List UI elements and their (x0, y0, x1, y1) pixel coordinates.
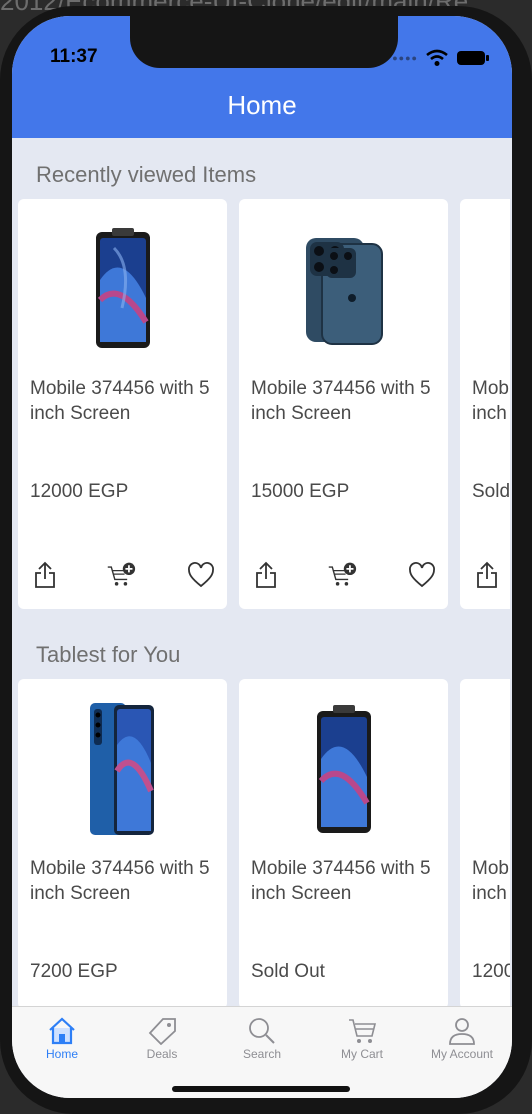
section-title-tablets: Tablest for You (36, 642, 181, 667)
cart-icon (349, 1019, 377, 1043)
share-icon (35, 561, 55, 588)
product-price: 7200 EGP (30, 961, 118, 982)
person-icon (449, 1018, 475, 1045)
product-title: Mobile 374456 with 5 inch Screen (30, 378, 210, 424)
product-title: Mobile 374456 with 5 inch Screen (251, 858, 431, 904)
tag-icon (148, 1018, 176, 1045)
home-indicator (172, 1086, 350, 1092)
wifi-icon (426, 49, 448, 66)
iphone-pacific-blue-image (239, 223, 448, 357)
tab-deals[interactable]: Deals (112, 1017, 212, 1073)
product-actions (239, 559, 448, 591)
home-icon (49, 1017, 75, 1045)
product-card[interactable]: Mobile 374456 with 5 inch Screen Sold Ou… (239, 679, 448, 1009)
phone-image (460, 703, 510, 837)
tab-label: Deals (146, 1047, 178, 1061)
product-title: Mobile 374456 with 5 inch Screen (472, 378, 510, 424)
favorite-button[interactable] (407, 559, 437, 591)
signal-icon: ●●●● (392, 52, 418, 63)
product-title: Mobile 374456 with 5 inch Screen (472, 858, 510, 904)
product-title: Mobile 374456 with 5 inch Screen (30, 858, 210, 904)
tab-label: My Cart (341, 1047, 383, 1061)
share-button[interactable] (30, 559, 60, 591)
tab-label: My Account (430, 1047, 494, 1061)
add-to-cart-button[interactable] (106, 559, 136, 591)
add-to-cart-button[interactable] (327, 559, 357, 591)
product-card[interactable]: Mobile 374456 with 5 inch Screen 12000 E… (18, 199, 227, 609)
product-price: 12000 EGP (30, 481, 129, 502)
product-card[interactable]: Mobile 374456 with 5 inch Screen 12000 E… (460, 679, 510, 1009)
product-title: Mobile 374456 with 5 inch Screen (251, 378, 431, 424)
tab-bar: Home Deals Search My Cart My Account (12, 1006, 512, 1098)
favorite-button[interactable] (186, 559, 216, 591)
battery-icon (457, 51, 489, 65)
product-actions (460, 559, 510, 591)
phone-front-back-image (18, 703, 227, 837)
product-price: 15000 EGP (251, 481, 350, 502)
share-button[interactable] (251, 559, 281, 591)
heart-icon (188, 562, 214, 588)
product-actions (18, 559, 227, 591)
status-time: 11:37 (50, 46, 98, 67)
device-notch (130, 16, 398, 68)
tab-home[interactable]: Home (12, 1017, 112, 1073)
search-icon (249, 1018, 275, 1044)
product-price: 12000 EGP (472, 961, 510, 982)
app-screen: 11:37 ●●●● Home Recently viewed Items Mo… (12, 16, 512, 1098)
tab-my-cart[interactable]: My Cart (312, 1017, 412, 1073)
phone-popup-camera-image (18, 223, 227, 357)
add-to-cart-icon (328, 562, 357, 586)
share-icon (256, 561, 276, 588)
product-carousel-tablets[interactable]: Mobile 374456 with 5 inch Screen 7200 EG… (18, 679, 510, 1009)
phone-image (460, 223, 510, 357)
product-price: Sold Out (251, 961, 325, 982)
product-price: Sold Out (472, 481, 510, 502)
share-button[interactable] (472, 559, 502, 591)
phone-popup-camera-image (239, 703, 448, 837)
product-card[interactable]: Mobile 374456 with 5 inch Screen 15000 E… (239, 199, 448, 609)
tab-label: Home (45, 1047, 78, 1061)
section-title-recently-viewed: Recently viewed Items (36, 162, 257, 187)
tab-search[interactable]: Search (212, 1017, 312, 1073)
status-icons: ●●●● (392, 49, 490, 67)
product-carousel-recently-viewed[interactable]: Mobile 374456 with 5 inch Screen 12000 E… (18, 199, 510, 609)
tab-label: Search (242, 1047, 282, 1061)
product-card[interactable]: Mobile 374456 with 5 inch Screen Sold Ou… (460, 199, 510, 609)
tab-my-account[interactable]: My Account (412, 1017, 512, 1073)
product-card[interactable]: Mobile 374456 with 5 inch Screen 7200 EG… (18, 679, 227, 1009)
share-icon (477, 561, 497, 588)
navigation-bar: 11:37 ●●●● Home (12, 16, 512, 138)
heart-icon (409, 562, 435, 588)
phone-frame: 11:37 ●●●● Home Recently viewed Items Mo… (0, 0, 532, 1114)
page-title: Home (227, 90, 297, 120)
add-to-cart-icon (107, 562, 136, 586)
